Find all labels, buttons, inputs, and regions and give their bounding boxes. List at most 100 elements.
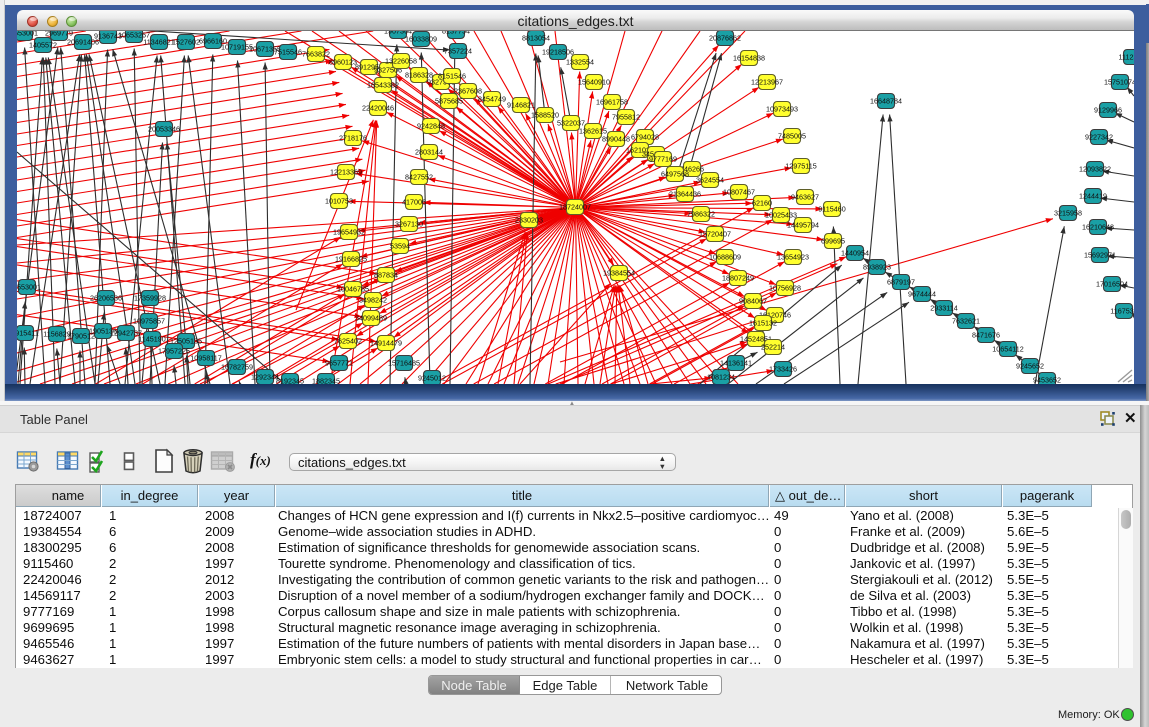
svg-text:14495794: 14495794	[787, 220, 819, 229]
svg-text:10973493: 10973493	[766, 104, 798, 113]
svg-text:6879197: 6879197	[887, 277, 915, 286]
svg-text:1882345: 1882345	[312, 376, 340, 384]
svg-text:9084067: 9084067	[739, 296, 767, 305]
svg-text:18724007: 18724007	[559, 202, 591, 211]
svg-text:11346821: 11346821	[143, 37, 174, 46]
svg-text:10046785: 10046785	[337, 284, 369, 293]
svg-text:10807467: 10807467	[723, 187, 755, 196]
svg-text:21364436: 21364436	[669, 189, 701, 198]
svg-text:3215958: 3215958	[1054, 208, 1082, 217]
svg-text:1081234: 1081234	[707, 372, 735, 381]
svg-text:1112384: 1112384	[1119, 52, 1134, 61]
svg-text:7357224: 7357224	[444, 46, 472, 55]
svg-text:18807249: 18807249	[722, 273, 754, 282]
svg-text:7663822: 7663822	[302, 49, 330, 58]
svg-text:9463627: 9463627	[791, 192, 819, 201]
svg-text:417006: 417006	[402, 197, 426, 206]
svg-text:2718176: 2718176	[339, 133, 367, 142]
svg-text:1010753: 1010753	[325, 196, 353, 205]
svg-text:1527602: 1527602	[172, 37, 200, 46]
svg-text:16782759: 16782759	[221, 362, 253, 371]
svg-text:15716485: 15716485	[388, 358, 420, 367]
svg-text:9657771: 9657771	[325, 358, 353, 367]
svg-text:2330203: 2330203	[515, 215, 543, 224]
svg-text:17359928: 17359928	[134, 293, 166, 302]
svg-text:1733426: 1733426	[769, 364, 797, 373]
svg-text:7625402: 7625402	[334, 336, 362, 345]
svg-text:16648784: 16648784	[870, 96, 902, 105]
svg-text:19384554: 19384554	[603, 268, 635, 277]
svg-text:8137754: 8137754	[442, 31, 470, 35]
svg-text:9242848: 9242848	[417, 121, 445, 130]
svg-text:10688609: 10688609	[709, 252, 741, 261]
svg-text:1292344: 1292344	[251, 372, 279, 381]
svg-text:9777169: 9777169	[649, 154, 677, 163]
svg-text:1553001: 1553001	[17, 282, 41, 291]
svg-text:15640910: 15640910	[578, 77, 610, 86]
svg-text:8151546: 8151546	[438, 71, 466, 80]
svg-text:12093822: 12093822	[1079, 164, 1111, 173]
svg-text:9245012: 9245012	[418, 373, 446, 382]
svg-text:7986322: 7986322	[687, 209, 715, 218]
svg-text:9453652: 9453652	[1033, 375, 1061, 384]
svg-text:62160: 62160	[752, 198, 772, 207]
svg-text:19654932: 19654932	[333, 227, 365, 236]
svg-text:15720407: 15720407	[699, 229, 731, 238]
svg-text:12942737: 12942737	[110, 328, 142, 337]
svg-text:12213967: 12213967	[751, 77, 783, 86]
svg-text:6497568: 6497568	[661, 169, 689, 178]
svg-text:10958117: 10958117	[190, 353, 221, 362]
svg-text:22420046: 22420046	[362, 103, 394, 112]
svg-text:9115460: 9115460	[818, 204, 845, 213]
svg-text:20053346: 20053346	[148, 124, 180, 133]
svg-text:14914479: 14914479	[370, 338, 402, 347]
svg-text:10975857: 10975857	[133, 316, 165, 325]
svg-text:8990448: 8990448	[602, 134, 630, 143]
svg-text:7632621: 7632621	[952, 316, 980, 325]
svg-text:10654112: 10654112	[992, 344, 1023, 353]
svg-text:16961758: 16961758	[596, 97, 628, 106]
svg-text:1588520: 1588520	[531, 110, 559, 119]
svg-text:17016504: 17016504	[1096, 279, 1128, 288]
svg-text:8938923: 8938923	[863, 262, 891, 271]
svg-text:9245652: 9245652	[1016, 361, 1044, 370]
svg-text:14136141: 14136141	[720, 358, 752, 367]
svg-text:3624554: 3624554	[696, 175, 724, 184]
svg-text:12975115: 12975115	[785, 161, 816, 170]
svg-text:26206536: 26206536	[90, 293, 122, 302]
svg-text:2803144: 2803144	[415, 147, 443, 156]
svg-text:252214: 252214	[761, 342, 785, 351]
svg-text:1615132: 1615132	[749, 318, 777, 327]
svg-text:8471676: 8471676	[972, 330, 1000, 339]
svg-text:5875685: 5875685	[435, 96, 463, 105]
svg-text:15751074: 15751074	[1104, 77, 1134, 86]
svg-text:1167534: 1167534	[1110, 306, 1134, 315]
svg-text:9674444: 9674444	[908, 289, 936, 298]
svg-text:3498242: 3498242	[359, 295, 387, 304]
svg-text:10756928: 10756928	[769, 283, 801, 292]
svg-text:8427552: 8427552	[405, 172, 433, 181]
svg-text:6794028: 6794028	[631, 132, 659, 141]
svg-text:53594: 53594	[390, 241, 410, 250]
svg-text:15692971: 15692971	[1084, 250, 1116, 259]
svg-text:887834: 887834	[374, 270, 398, 279]
svg-text:7515546: 7515546	[274, 47, 302, 56]
svg-text:9129966: 9129966	[1094, 105, 1122, 114]
svg-text:16543382: 16543382	[367, 80, 399, 89]
svg-text:1405572: 1405572	[29, 40, 57, 49]
svg-text:34099489: 34099489	[355, 313, 387, 322]
svg-text:12213369: 12213369	[330, 167, 362, 176]
svg-text:16154838: 16154838	[733, 53, 765, 62]
svg-text:19166825: 19166825	[335, 254, 367, 263]
svg-text:9146821: 9146821	[507, 100, 535, 109]
svg-text:2933114: 2933114	[930, 303, 957, 312]
svg-text:699695: 699695	[821, 236, 845, 245]
svg-text:9227342: 9227342	[1085, 132, 1113, 141]
svg-text:8813054: 8813054	[522, 33, 550, 42]
svg-text:7955812: 7955812	[612, 112, 640, 121]
svg-text:1332554: 1332554	[566, 57, 594, 66]
svg-text:3267130: 3267130	[395, 219, 423, 228]
svg-text:1553001: 1553001	[17, 31, 38, 37]
svg-text:1440954: 1440954	[841, 248, 869, 257]
svg-text:8960123: 8960123	[329, 57, 357, 66]
